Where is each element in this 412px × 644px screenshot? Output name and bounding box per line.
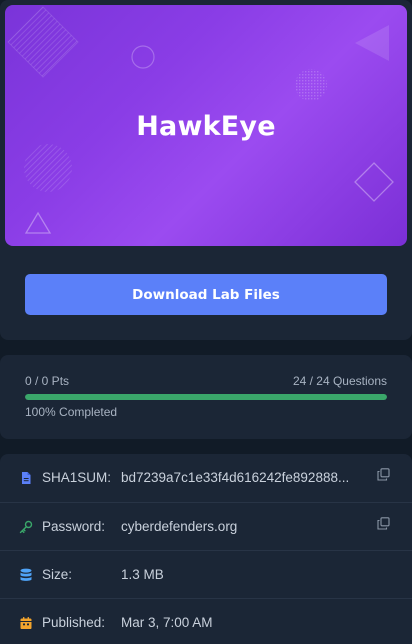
calendar-icon xyxy=(20,617,32,629)
password-row: Password: cyberdefenders.org xyxy=(0,502,412,550)
sha1sum-value: bd7239a7c1e33f4d616242fe892888... xyxy=(121,470,350,485)
lab-title: HawkEye xyxy=(136,111,276,142)
questions-count: 24 / 24 Questions xyxy=(292,374,387,388)
completion-text: 100% Completed xyxy=(25,405,118,419)
size-label: Size: xyxy=(42,567,73,582)
progress-bar xyxy=(25,394,387,400)
database-icon xyxy=(20,568,32,581)
published-row: Published: Mar 3, 7:00 AM xyxy=(0,598,412,644)
progress-card: 0 / 0 Pts 24 / 24 Questions 100% Complet… xyxy=(0,355,412,439)
lab-banner: HawkEye xyxy=(5,5,407,246)
published-label: Published: xyxy=(42,615,106,630)
sha1sum-label: SHA1SUM: xyxy=(42,470,112,485)
key-icon xyxy=(19,520,33,534)
download-lab-files-button[interactable]: Download Lab Files xyxy=(25,274,387,315)
lab-header-card: HawkEye Download Lab Files xyxy=(0,0,412,340)
lab-details-card: SHA1SUM: bd7239a7c1e33f4d616242fe892888.… xyxy=(0,454,412,644)
password-label: Password: xyxy=(42,519,106,534)
file-icon xyxy=(22,472,31,484)
copy-password-icon[interactable] xyxy=(377,517,390,530)
copy-sha1-icon[interactable] xyxy=(377,468,390,481)
points-text: 0 / 0 Pts xyxy=(25,374,70,388)
progress-bar-fill xyxy=(25,394,387,400)
size-row: Size: 1.3 MB xyxy=(0,550,412,598)
published-value: Mar 3, 7:00 AM xyxy=(121,615,213,630)
lab-page: HawkEye Download Lab Files 0 / 0 Pts 24 … xyxy=(0,0,412,644)
sha1sum-row: SHA1SUM: bd7239a7c1e33f4d616242fe892888.… xyxy=(0,454,412,502)
size-value: 1.3 MB xyxy=(121,567,164,582)
password-value: cyberdefenders.org xyxy=(121,519,238,534)
